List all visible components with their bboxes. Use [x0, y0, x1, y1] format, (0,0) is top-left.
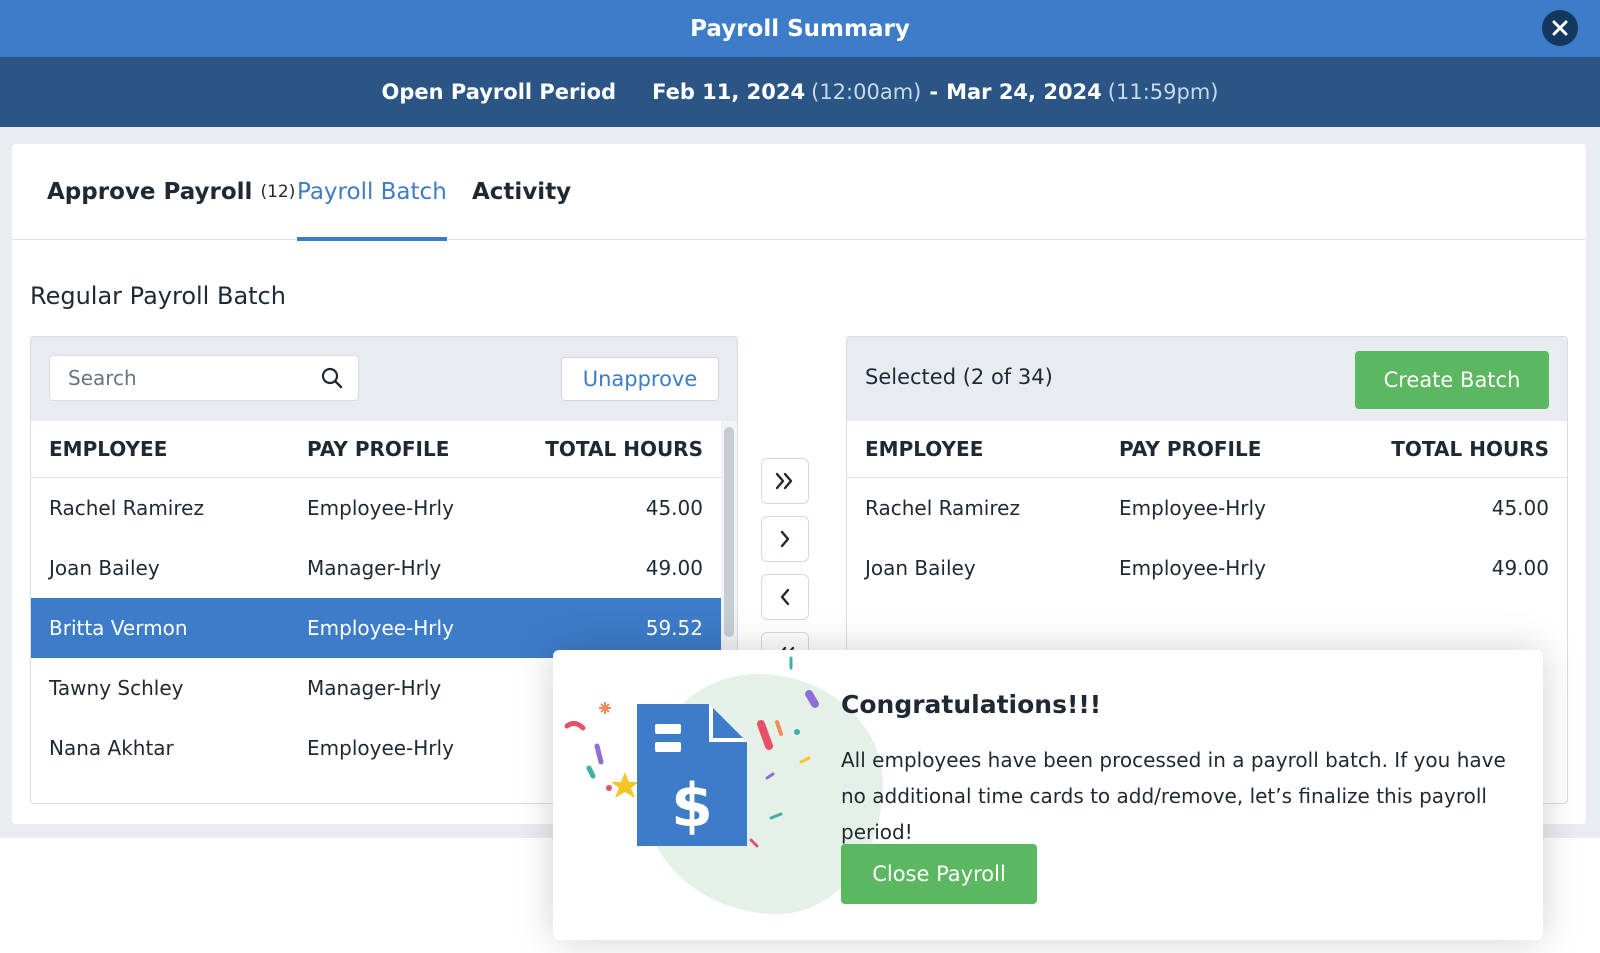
employee-name: Rachel Ramirez: [865, 496, 1020, 520]
total-hours: 49.00: [645, 556, 703, 580]
column-header-employee[interactable]: EMPLOYEE: [49, 421, 167, 477]
total-hours: 49.00: [1491, 556, 1549, 580]
employee-name: Rachel Ramirez: [49, 496, 204, 520]
pay-profile: Employee-Hrly: [1119, 496, 1266, 520]
move-right-button[interactable]: [761, 516, 809, 562]
table-row-selected[interactable]: Britta Vermon Employee-Hrly 59.52: [31, 598, 721, 658]
pay-profile: Employee-Hrly: [307, 496, 454, 520]
column-header-total-hours[interactable]: TOTAL HOURS: [1391, 421, 1549, 477]
payroll-period-bar: Open Payroll Period Feb 11, 2024 (12:00a…: [0, 57, 1600, 127]
tab-label: Activity: [472, 179, 572, 205]
table-header: EMPLOYEE PAY PROFILE TOTAL HOURS: [847, 421, 1567, 478]
pay-profile: Manager-Hrly: [307, 556, 442, 580]
panel-toolbar: Search Unapprove: [31, 337, 737, 421]
employee-name: Tawny Schley: [49, 676, 184, 700]
table-row[interactable]: Joan Bailey Employee-Hrly 49.00: [847, 538, 1567, 598]
panel-toolbar: Selected (2 of 34) Create Batch: [847, 337, 1567, 421]
employee-name: Joan Bailey: [865, 556, 976, 580]
tab-count: (12): [260, 182, 296, 202]
pay-profile: Employee-Hrly: [307, 616, 454, 640]
pay-profile: Employee-Hrly: [307, 736, 454, 760]
selected-count: Selected (2 of 34): [865, 365, 1053, 389]
table-row[interactable]: Rachel Ramirez Employee-Hrly 45.00: [31, 478, 721, 538]
period-separator: -: [929, 80, 939, 104]
table-row[interactable]: Rachel Ramirez Employee-Hrly 45.00: [847, 478, 1567, 538]
period-label: Open Payroll Period: [381, 80, 617, 104]
employee-name: Nana Akhtar: [49, 736, 174, 760]
column-header-total-hours[interactable]: TOTAL HOURS: [545, 421, 703, 477]
move-left-button[interactable]: [761, 574, 809, 620]
tab-bar: Approve Payroll (12) Payroll Batch Activ…: [12, 144, 1586, 241]
svg-text:$: $: [671, 771, 713, 841]
column-header-pay-profile[interactable]: PAY PROFILE: [1119, 421, 1261, 477]
popup-message: All employees have been processed in a p…: [841, 748, 1506, 844]
title-bar: Payroll Summary: [0, 0, 1600, 57]
chevron-right-icon: [780, 530, 790, 548]
close-icon: [1552, 20, 1568, 36]
pay-profile: Employee-Hrly: [1119, 556, 1266, 580]
window-title: Payroll Summary: [690, 15, 910, 42]
total-hours: 45.00: [645, 496, 703, 520]
column-header-pay-profile[interactable]: PAY PROFILE: [307, 421, 449, 477]
tab-approve-payroll[interactable]: Approve Payroll (12): [47, 144, 295, 240]
period-start-time: (12:00am): [811, 80, 922, 104]
table-header: EMPLOYEE PAY PROFILE TOTAL HOURS: [31, 421, 737, 478]
popup-title: Congratulations!!!: [841, 690, 1102, 719]
period-end-date: Mar 24, 2024: [946, 80, 1102, 104]
total-hours: 45.00: [1491, 496, 1549, 520]
tab-label: Payroll Batch: [297, 179, 447, 205]
scrollbar-thumb[interactable]: [724, 427, 734, 637]
column-header-employee[interactable]: EMPLOYEE: [865, 421, 983, 477]
employee-name: Joan Bailey: [49, 556, 160, 580]
tab-payroll-batch[interactable]: Payroll Batch: [297, 144, 447, 241]
pay-profile: Manager-Hrly: [307, 676, 442, 700]
table-row[interactable]: Joan Bailey Manager-Hrly 49.00: [31, 538, 721, 598]
section-title: Regular Payroll Batch: [30, 282, 286, 310]
double-chevron-right-icon: [775, 472, 793, 490]
payroll-document-icon: $: [637, 704, 747, 846]
tab-label: Approve Payroll: [47, 179, 253, 205]
close-payroll-button[interactable]: Close Payroll: [841, 844, 1037, 904]
search-placeholder: Search: [68, 366, 137, 390]
move-all-right-button[interactable]: [761, 458, 809, 504]
unapprove-button[interactable]: Unapprove: [561, 357, 719, 401]
total-hours: 59.52: [645, 616, 703, 640]
employee-name: Britta Vermon: [49, 616, 188, 640]
period-end-time: (11:59pm): [1107, 80, 1219, 104]
close-button[interactable]: [1542, 10, 1578, 46]
congratulations-popup: $ Congratulations!!! All employees have …: [553, 650, 1543, 940]
create-batch-button[interactable]: Create Batch: [1355, 351, 1549, 409]
tab-activity[interactable]: Activity: [472, 144, 571, 240]
chevron-left-icon: [780, 588, 790, 606]
search-icon: [321, 367, 343, 389]
period-start-date: Feb 11, 2024: [652, 80, 806, 104]
search-input[interactable]: Search: [49, 355, 359, 401]
